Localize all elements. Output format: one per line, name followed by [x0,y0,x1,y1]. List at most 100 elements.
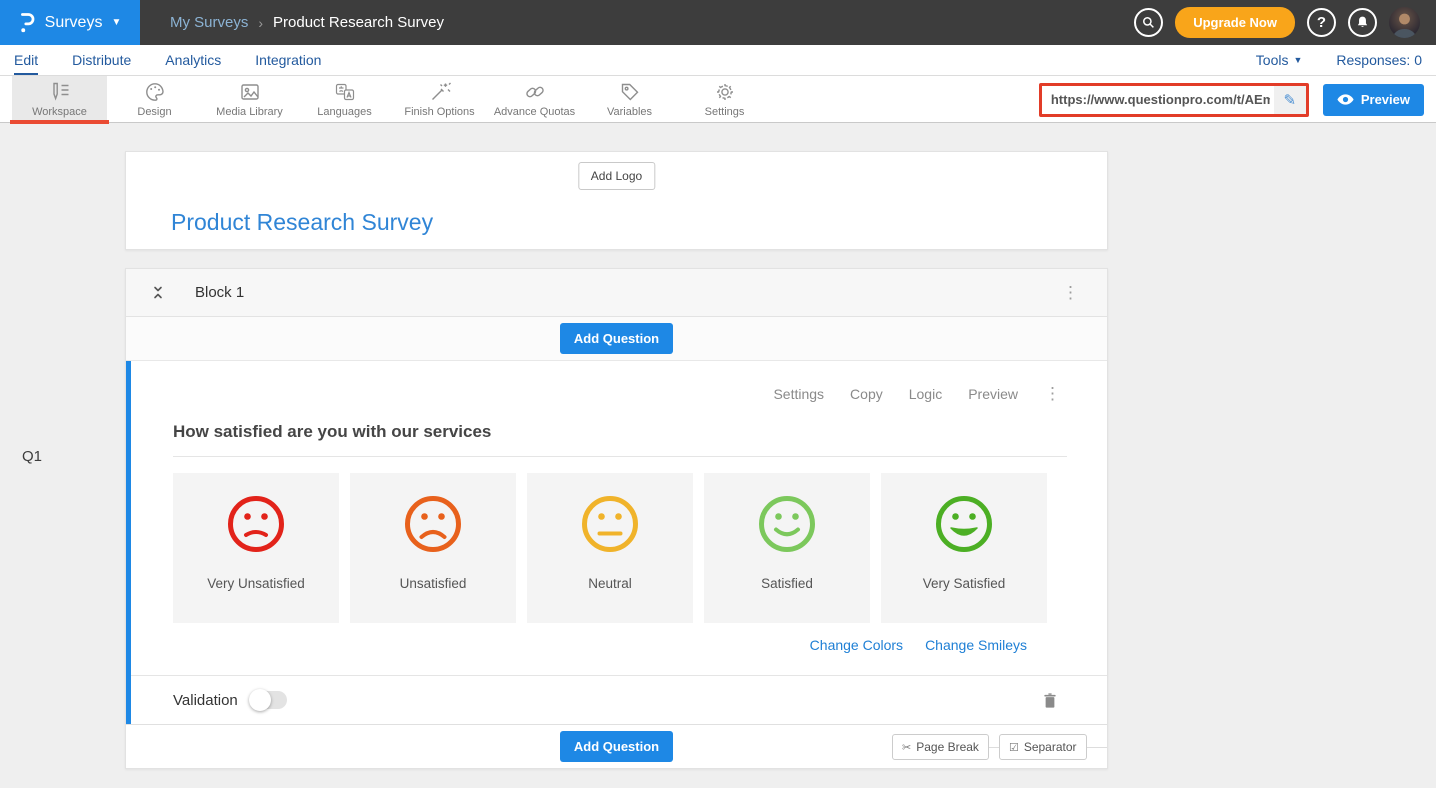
checkbox-checked-icon: ☑ [1009,741,1019,754]
chain-links-icon [524,81,546,103]
add-logo-button[interactable]: Add Logo [578,162,655,190]
notifications-button[interactable] [1348,8,1377,37]
help-button[interactable]: ? [1307,8,1336,37]
option-satisfied[interactable]: Satisfied [704,473,870,623]
tab-integration[interactable]: Integration [255,45,321,75]
question-preview-link[interactable]: Preview [968,386,1018,402]
option-label: Unsatisfied [400,576,467,591]
footer-insert-group: ✂ Page Break ☑ Separator [892,725,1107,769]
breadcrumb-my-surveys[interactable]: My Surveys [170,14,248,31]
toolbar-item-advance-quotas[interactable]: Advance Quotas [487,76,582,122]
change-colors-link[interactable]: Change Colors [810,637,903,653]
neutral-smiley-icon [581,495,639,558]
gear-icon [714,81,736,103]
option-label: Neutral [588,576,632,591]
topbar-actions: Upgrade Now ? [1134,7,1436,38]
chevron-down-icon: ▼ [111,17,121,28]
validation-row: Validation [131,675,1107,724]
very-satisfied-smiley-icon [935,495,993,558]
toolbar-item-design[interactable]: Design [107,76,202,122]
toolbar-right-group: ✎ Preview [1039,76,1424,123]
breadcrumb-separator-icon: › [258,15,263,31]
question-settings-link[interactable]: Settings [773,386,824,402]
change-smileys-link[interactable]: Change Smileys [925,637,1027,653]
workspace-icon [49,81,71,103]
breadcrumb-current: Product Research Survey [273,14,444,31]
toolbar-item-label: Workspace [32,106,87,118]
add-question-row-top: Add Question [126,317,1107,361]
toolbar-item-label: Finish Options [404,106,474,118]
preview-button[interactable]: Preview [1323,84,1424,116]
nav-right-group: Tools ▼ Responses: 0 [1256,45,1422,75]
option-very-unsatisfied[interactable]: Very Unsatisfied [173,473,339,623]
responses-count[interactable]: Responses: 0 [1336,52,1422,68]
unsatisfied-smiley-icon [404,495,462,558]
toolbar-item-label: Media Library [216,106,283,118]
app-logo-menu[interactable]: Surveys ▼ [0,0,140,45]
tab-analytics[interactable]: Analytics [165,45,221,75]
tag-icon [619,81,641,103]
toolbar-item-variables[interactable]: Variables [582,76,677,122]
question-menu-button[interactable]: ⋮ [1038,381,1067,406]
breadcrumb: My Surveys › Product Research Survey [170,14,444,31]
toolbar-item-languages[interactable]: Languages [297,76,392,122]
block-menu-button[interactable]: ⋮ [1056,280,1085,305]
delete-question-button[interactable] [1043,692,1057,709]
toolbar-item-label: Variables [607,106,652,118]
option-very-satisfied[interactable]: Very Satisfied [881,473,1047,623]
option-neutral[interactable]: Neutral [527,473,693,623]
edit-url-button[interactable]: ✎ [1274,86,1306,114]
user-avatar[interactable] [1389,7,1420,38]
toolbar-item-finish-options[interactable]: Finish Options [392,76,487,122]
tools-menu[interactable]: Tools ▼ [1256,52,1303,68]
toolbar-item-media-library[interactable]: Media Library [202,76,297,122]
separator-button[interactable]: ☑ Separator [999,734,1087,760]
page-break-button[interactable]: ✂ Page Break [892,734,989,760]
toggle-knob [249,689,271,711]
option-label: Very Satisfied [923,576,1006,591]
top-bar: Surveys ▼ My Surveys › Product Research … [0,0,1436,45]
satisfied-smiley-icon [758,495,816,558]
question-logic-link[interactable]: Logic [909,386,942,402]
toolbar-item-label: Design [137,106,171,118]
collapse-block-button[interactable] [151,285,165,300]
survey-header-card: Add Logo Product Research Survey [125,151,1108,250]
add-question-button-top[interactable]: Add Question [560,323,673,354]
toolbar-item-workspace[interactable]: Workspace [12,76,107,122]
search-icon [1141,15,1156,30]
question-actions: Settings Copy Logic Preview ⋮ [131,361,1107,406]
validation-label: Validation [173,692,238,709]
chevron-down-icon: ▼ [1293,55,1302,65]
survey-title[interactable]: Product Research Survey [171,209,433,236]
page-break-label: Page Break [916,740,979,754]
scissors-icon: ✂ [902,741,911,754]
toolbar-item-settings[interactable]: Settings [677,76,772,122]
tab-edit[interactable]: Edit [14,45,38,75]
preview-label: Preview [1361,92,1410,107]
question-title[interactable]: How satisfied are you with our services [173,422,491,441]
option-label: Satisfied [761,576,813,591]
survey-url-field[interactable] [1042,86,1274,114]
block-footer: Add Question ✂ Page Break ☑ Separator [126,724,1107,768]
collapse-icon [151,285,165,300]
add-question-button-bottom[interactable]: Add Question [560,731,673,762]
tab-distribute[interactable]: Distribute [72,45,131,75]
validation-toggle[interactable] [250,691,287,709]
survey-url-annotation-box: ✎ [1039,83,1309,117]
very-unsatisfied-smiley-icon [227,495,285,558]
question-number: Q1 [22,448,42,465]
pencil-icon: ✎ [1284,91,1297,109]
workspace-active-indicator [10,120,109,124]
app-menu-label: Surveys [45,14,103,32]
question-card: Settings Copy Logic Preview ⋮ How satisf… [126,361,1107,724]
upgrade-now-button[interactable]: Upgrade Now [1175,7,1295,38]
question-copy-link[interactable]: Copy [850,386,883,402]
section-nav: Edit Distribute Analytics Integration To… [0,45,1436,76]
option-unsatisfied[interactable]: Unsatisfied [350,473,516,623]
workspace-toolbar: Workspace Design Media Library Languages… [0,76,1436,123]
editor-canvas: Q1 Add Logo Product Research Survey Bloc… [0,151,1436,788]
toolbar-item-label: Advance Quotas [494,106,575,118]
trash-icon [1043,692,1057,709]
block-card: Block 1 ⋮ Add Question Settings Copy Log… [125,268,1108,769]
search-button[interactable] [1134,8,1163,37]
